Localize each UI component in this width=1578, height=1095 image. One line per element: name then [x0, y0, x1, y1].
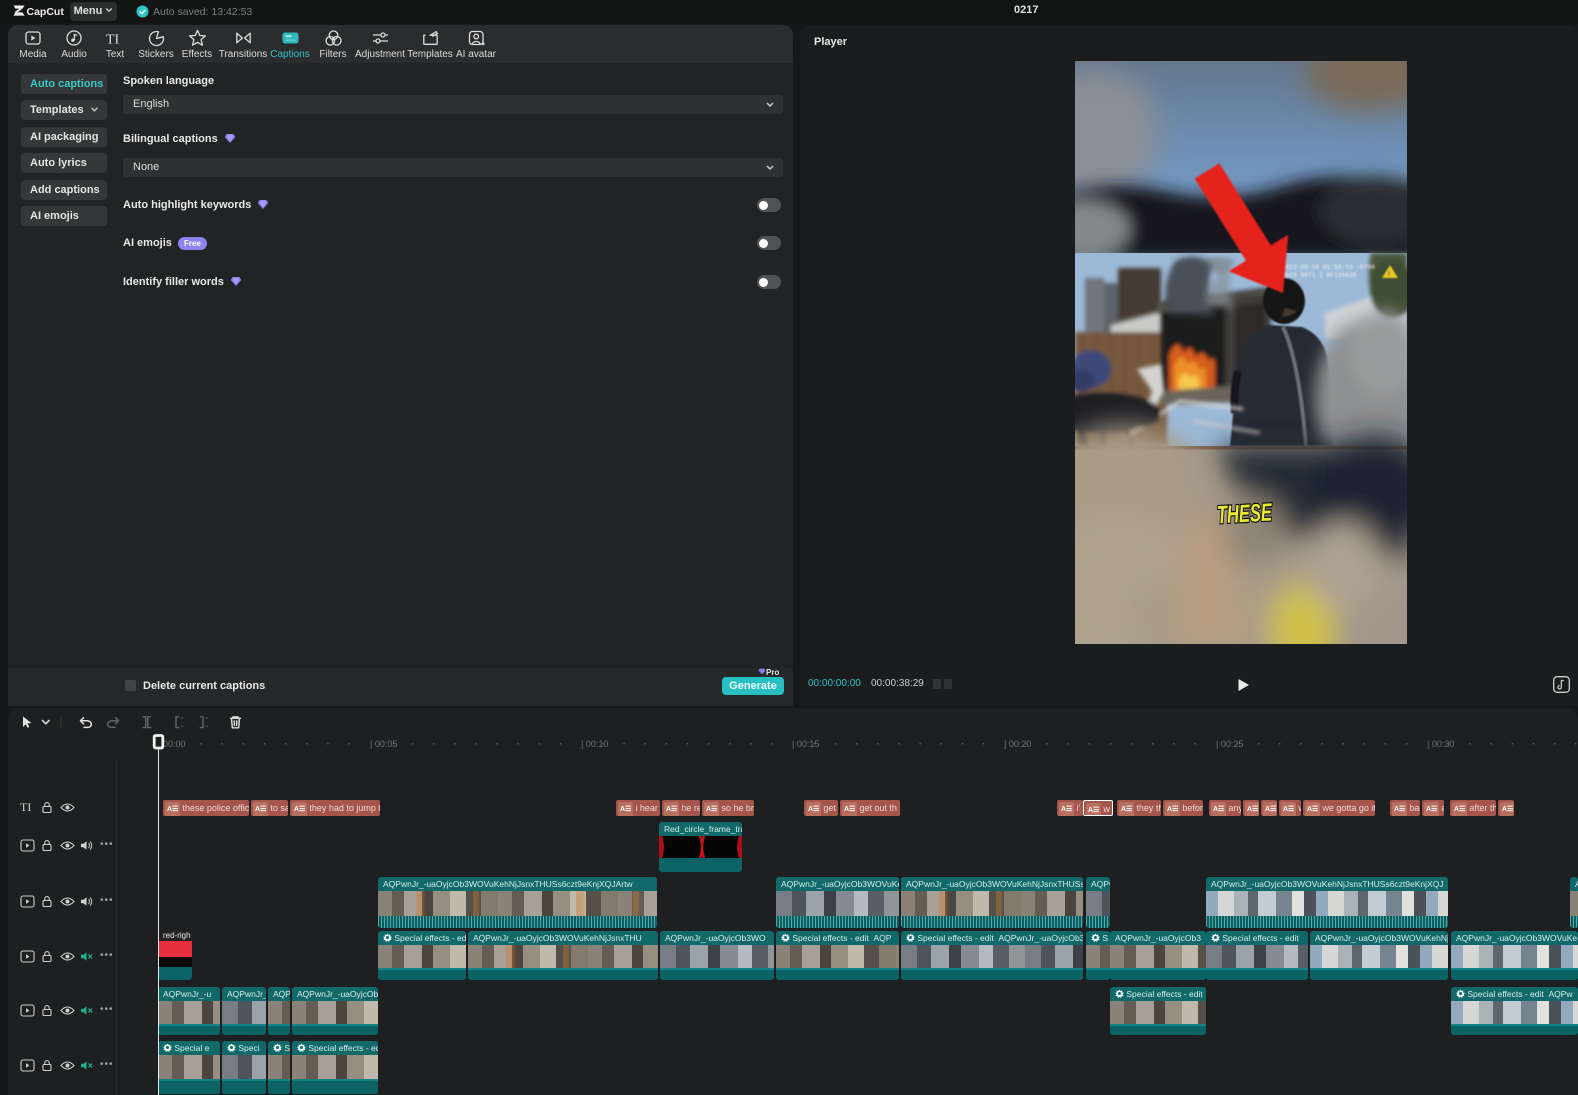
svg-text:| 00:10: | 00:10	[581, 739, 608, 749]
svg-text:| 00:20: | 00:20	[1004, 739, 1031, 749]
svg-text:TI: TI	[106, 33, 120, 48]
svg-text:CapCut: CapCut	[27, 6, 65, 18]
svg-text:0018 6071 1 0F136629: 0018 6071 1 0F136629	[1282, 272, 1357, 279]
svg-text:| 00:30: | 00:30	[1427, 739, 1454, 749]
svg-text:THESE: THESE	[1216, 498, 1273, 529]
svg-text:| 00:25: | 00:25	[1216, 739, 1243, 749]
svg-text:| 00:05: | 00:05	[370, 739, 397, 749]
svg-text:2023-06-10 01:54:53 -0700: 2023-06-10 01:54:53 -0700	[1282, 264, 1375, 271]
svg-text:00:00: 00:00	[163, 739, 186, 749]
svg-text:| 00:15: | 00:15	[792, 739, 819, 749]
svg-text:!: !	[1388, 271, 1390, 278]
